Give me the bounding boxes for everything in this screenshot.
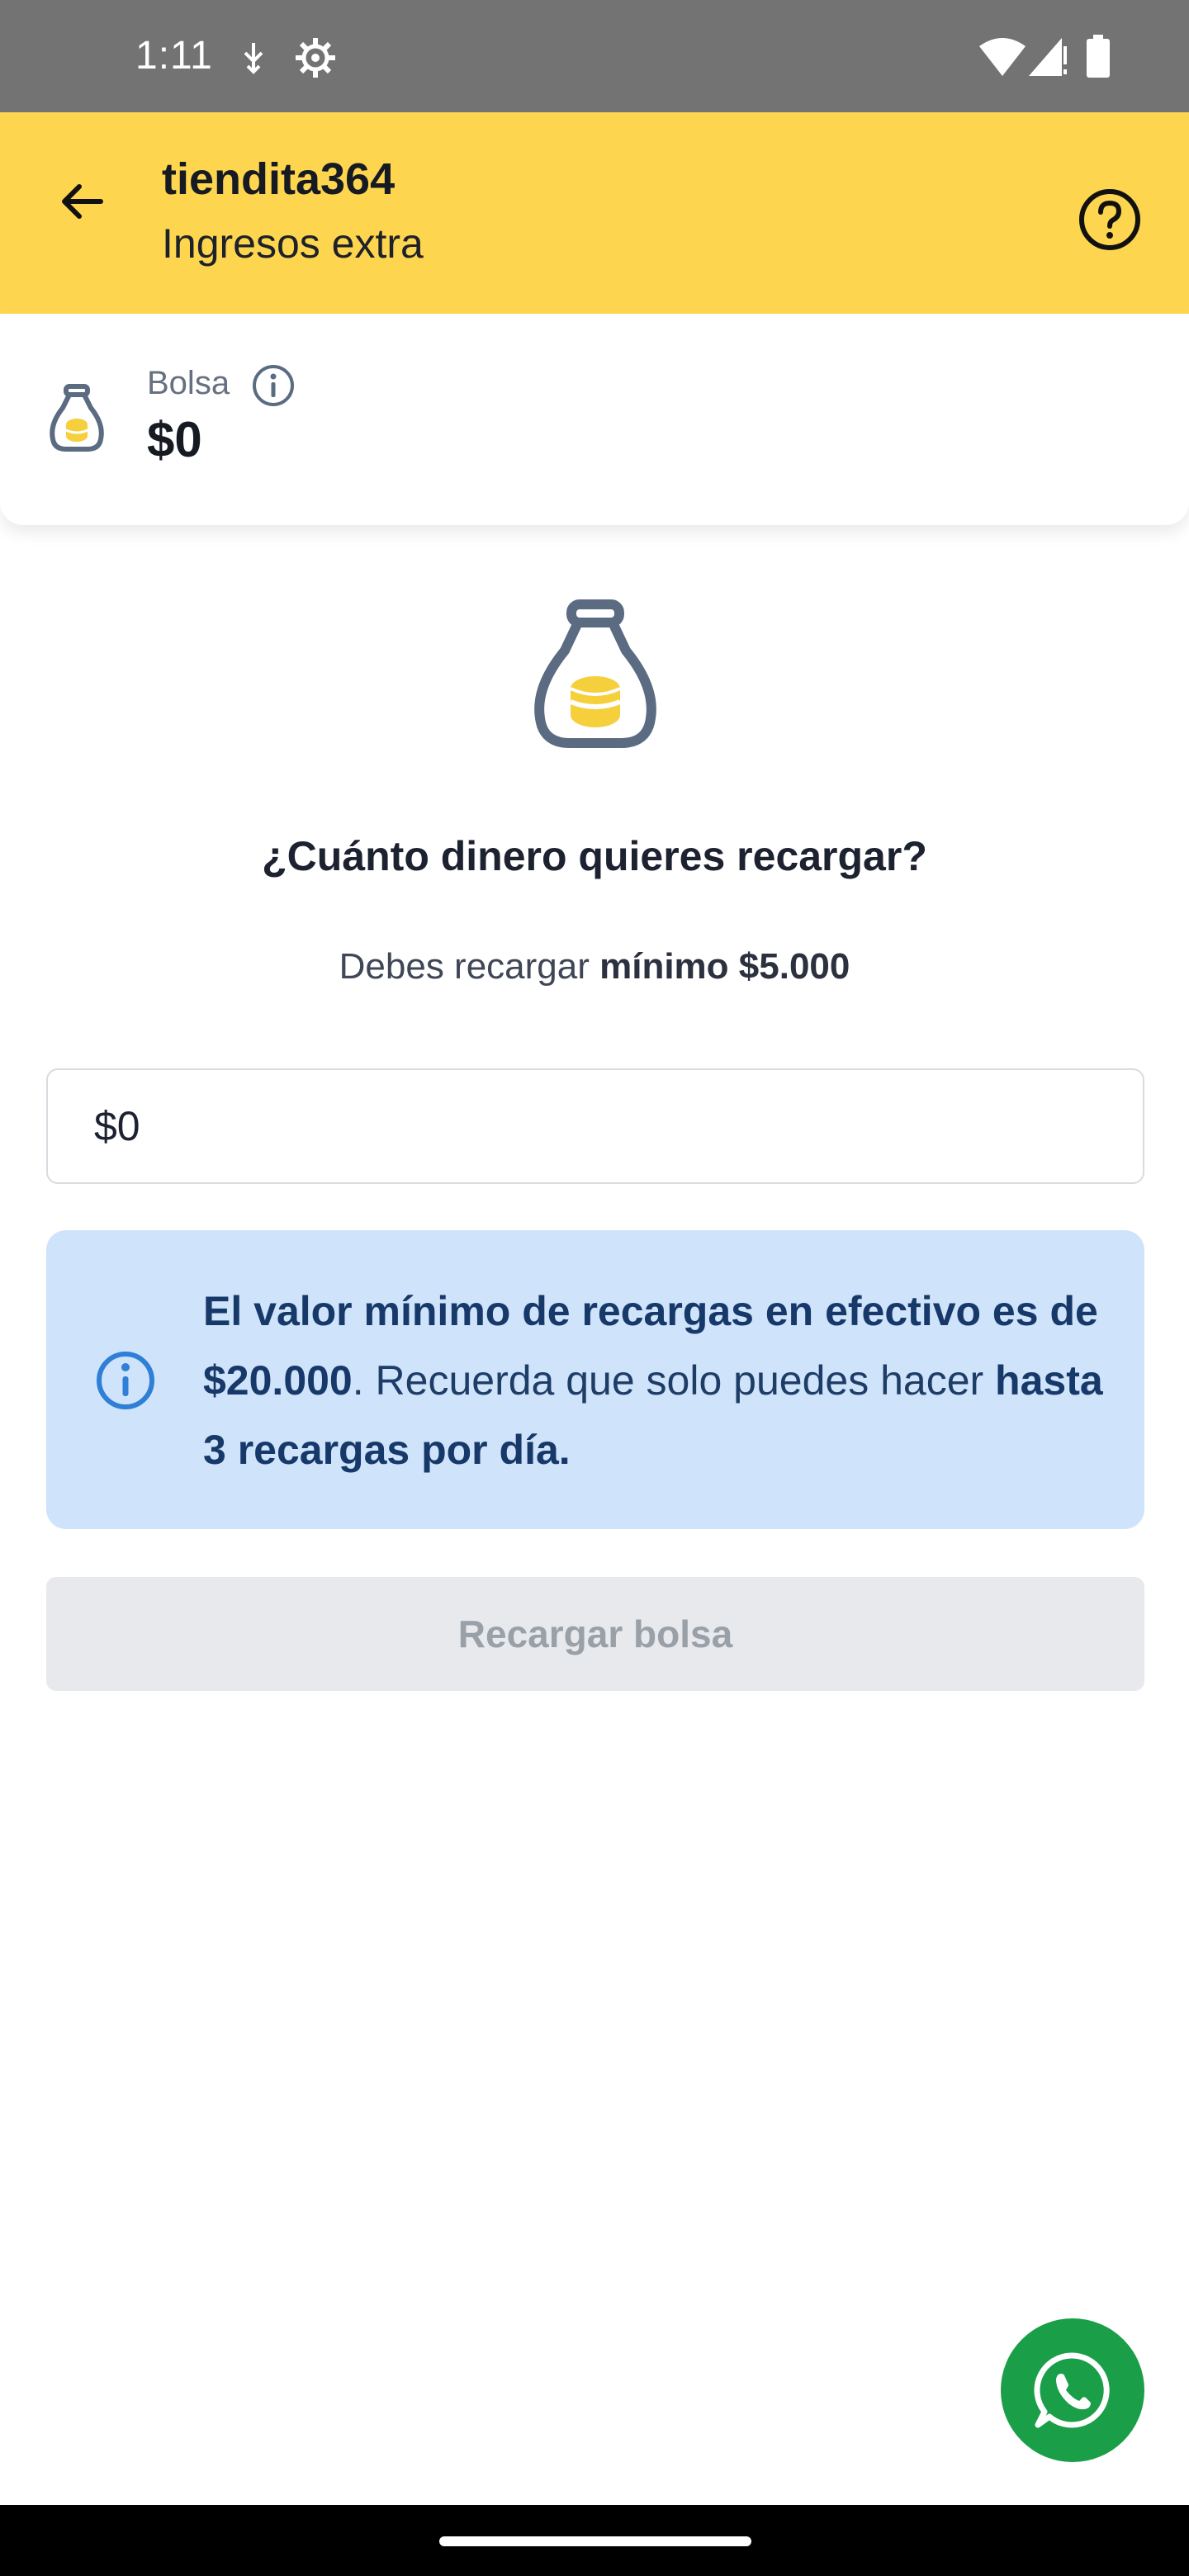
amount-input[interactable] <box>94 1070 1085 1182</box>
money-bag-icon <box>46 383 107 457</box>
status-time: 1:11 <box>135 34 213 78</box>
section-title: Ingresos extra <box>162 220 424 267</box>
wifi-icon <box>979 38 1026 80</box>
balance-card[interactable]: Bolsa $0 <box>0 314 1189 525</box>
amount-field[interactable] <box>46 1068 1144 1184</box>
info-text-body: . Recuerda que solo puedes hacer <box>352 1357 996 1404</box>
minimum-note-amount: mínimo $5.000 <box>599 946 850 987</box>
balance-label: Bolsa <box>147 365 230 401</box>
home-handle[interactable] <box>439 2536 751 2546</box>
recharge-question: ¿Cuánto dinero quieres recargar? <box>262 833 927 879</box>
money-bag-illustration <box>528 598 662 755</box>
navigation-bar <box>0 2505 1189 2576</box>
info-icon <box>94 1349 157 1416</box>
arrow-left-icon <box>62 184 103 219</box>
minimum-note: Debes recargar mínimo $5.000 <box>0 946 1189 987</box>
balance-amount: $0 <box>147 412 202 467</box>
whatsapp-button[interactable] <box>1001 2318 1144 2462</box>
back-button[interactable] <box>41 162 121 241</box>
info-banner: El valor mínimo de recargas en efectivo … <box>46 1230 1144 1529</box>
store-name: tiendita364 <box>162 154 396 204</box>
signal-icon <box>1029 38 1068 80</box>
app-bar: tiendita364 Ingresos extra <box>0 112 1189 314</box>
info-icon[interactable] <box>251 363 296 412</box>
settings-gear-icon <box>294 36 337 83</box>
minimum-note-prefix: Debes recargar <box>339 946 600 987</box>
info-banner-text: El valor mínimo de recargas en efectivo … <box>203 1276 1120 1485</box>
help-circle-icon <box>1079 189 1140 250</box>
usb-debug-icon <box>239 41 268 78</box>
status-bar: 1:11 <box>0 0 1189 112</box>
battery-icon <box>1087 35 1110 82</box>
recharge-button[interactable]: Recargar bolsa <box>46 1577 1144 1691</box>
help-button[interactable] <box>1070 180 1149 259</box>
whatsapp-icon <box>1034 2352 1110 2428</box>
